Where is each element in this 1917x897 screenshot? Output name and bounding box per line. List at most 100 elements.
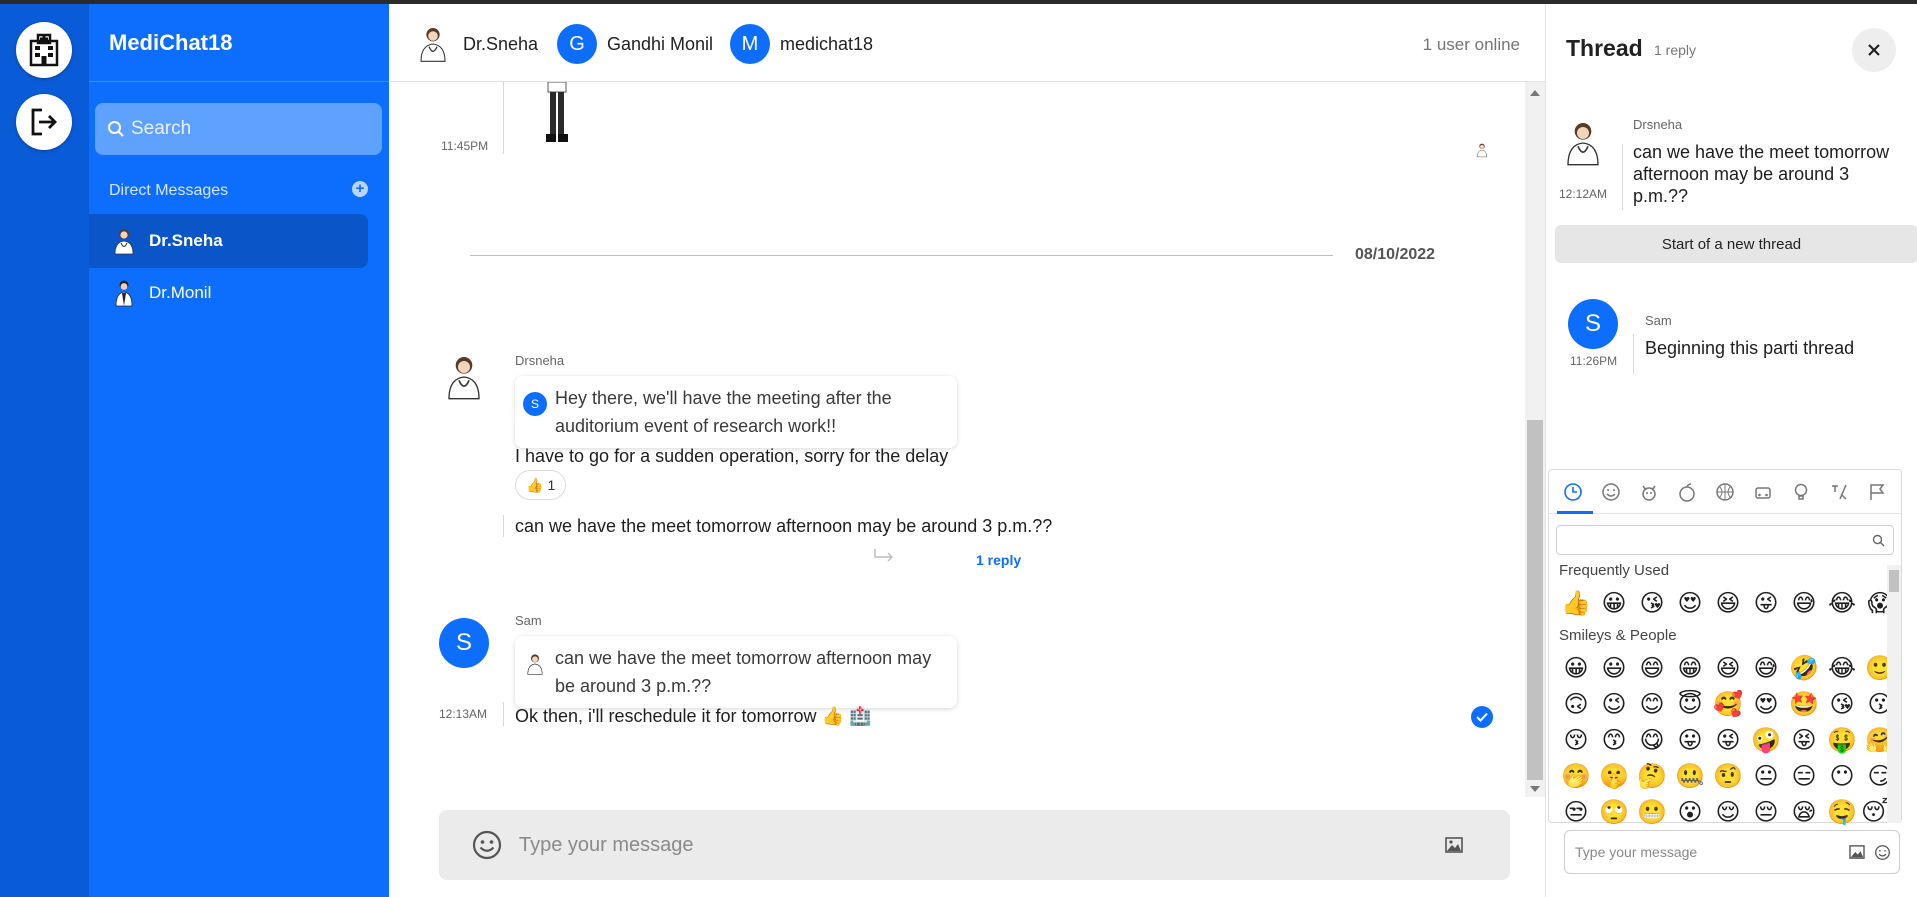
sender-avatar: S (439, 618, 489, 668)
emoji-option[interactable]: 🤭 (1557, 759, 1595, 795)
emoji-option[interactable]: 🙄 (1595, 795, 1633, 831)
thread-message-input[interactable] (1575, 844, 1835, 860)
flag-icon[interactable] (1867, 482, 1887, 502)
quoted-message[interactable]: can we have the meet tomorrow afternoon … (515, 636, 957, 708)
emoji-option[interactable]: 😐 (1747, 759, 1785, 795)
header-member-dr-sneha[interactable]: Dr.Sneha (413, 24, 538, 64)
emoji-option[interactable]: 😌 (1709, 795, 1747, 831)
emoji-option[interactable]: 😀 (1595, 586, 1633, 622)
thread-parent-time: 12:12AM (1559, 187, 1608, 201)
image-upload-icon[interactable] (1445, 837, 1463, 853)
emoji-scrollbar[interactable] (1887, 565, 1901, 823)
logout-icon (31, 108, 57, 136)
member-avatar: G (557, 24, 597, 64)
message-scrollbar-thumb[interactable] (1527, 420, 1543, 780)
emoji-option[interactable]: 😒 (1557, 795, 1595, 831)
app-brand: MediChat18 (109, 30, 233, 55)
sidebar-divider (89, 81, 389, 82)
thread-parent-text: can we have the meet tomorrow afternoon … (1633, 142, 1890, 206)
symbols-icon[interactable] (1829, 482, 1849, 502)
emoji-option[interactable]: 😆 (1709, 651, 1747, 687)
emoji-option[interactable]: 🤐 (1671, 759, 1709, 795)
clock-icon[interactable] (1563, 482, 1583, 502)
emoji-option[interactable]: 😘 (1633, 586, 1671, 622)
sidebar-item-dr-monil[interactable]: Dr.Monil (89, 266, 368, 320)
emoji-option[interactable]: 🤣 (1785, 651, 1823, 687)
frequent-emoji-grid: 👍 😀 😘 😍 😆 😜 😅 😂 😱 (1557, 586, 1899, 622)
image-upload-icon[interactable] (1849, 845, 1865, 859)
emoji-option[interactable]: 🤫 (1595, 759, 1633, 795)
emoji-option[interactable]: 😋 (1633, 723, 1671, 759)
message-input[interactable] (519, 833, 1419, 857)
emoji-option[interactable]: 🤤 (1823, 795, 1861, 831)
close-icon (1868, 44, 1880, 56)
animal-icon[interactable] (1639, 482, 1659, 502)
scroll-down-arrow-icon[interactable] (1530, 786, 1540, 792)
emoji-option[interactable]: 😀 (1557, 651, 1595, 687)
logout-button[interactable] (16, 94, 72, 150)
thread-reply-link[interactable]: 1 reply (976, 552, 1021, 568)
emoji-option[interactable]: 🙃 (1557, 687, 1595, 723)
emoji-section-title: Smileys & People (1559, 627, 1677, 644)
emoji-option[interactable]: 😪 (1785, 795, 1823, 831)
emoji-option[interactable]: 😍 (1671, 586, 1709, 622)
hospital-home-button[interactable] (16, 22, 72, 78)
emoji-option[interactable]: 😚 (1557, 723, 1595, 759)
sidebar-item-dr-sneha[interactable]: Dr.Sneha (89, 214, 368, 268)
emoji-option[interactable]: 😔 (1747, 795, 1785, 831)
reaction-chip[interactable]: 👍 1 (515, 470, 567, 500)
car-icon[interactable] (1753, 482, 1773, 502)
emoji-option[interactable]: 😜 (1709, 723, 1747, 759)
emoji-option[interactable]: 🤪 (1747, 723, 1785, 759)
emoji-option[interactable]: 🤑 (1823, 723, 1861, 759)
emoji-option[interactable]: 😍 (1747, 687, 1785, 723)
emoji-picker-button[interactable] (471, 829, 503, 861)
emoji-option[interactable]: 😊 (1633, 687, 1671, 723)
add-dm-button[interactable]: + (352, 181, 368, 197)
emoji-option[interactable]: 😶 (1823, 759, 1861, 795)
emoji-option[interactable]: 😝 (1785, 723, 1823, 759)
emoji-option[interactable]: 😂 (1823, 651, 1861, 687)
emoji-option[interactable]: 😆 (1709, 586, 1747, 622)
bulb-icon[interactable] (1791, 482, 1811, 502)
emoji-scrollbar-thumb[interactable] (1889, 570, 1899, 592)
emoji-option[interactable]: 😇 (1671, 687, 1709, 723)
smiley-icon[interactable] (1601, 482, 1621, 502)
chat-header: Dr.Sneha G Gandhi Monil M medichat18 1 u… (389, 4, 1545, 82)
header-member-gandhi-monil[interactable]: G Gandhi Monil (557, 24, 713, 64)
header-member-medichat18[interactable]: M medichat18 (730, 24, 873, 64)
thread-parent-sender: Drsneha (1633, 117, 1683, 132)
emoji-option[interactable]: 😁 (1671, 651, 1709, 687)
emoji-option[interactable]: 🥰 (1709, 687, 1747, 723)
emoji-option[interactable]: 😜 (1747, 586, 1785, 622)
emoji-option[interactable]: 😅 (1747, 651, 1785, 687)
emoji-option[interactable]: 😑 (1785, 759, 1823, 795)
reaction-emoji: 👍 (526, 476, 544, 493)
emoji-option[interactable]: 😂 (1823, 586, 1861, 622)
sidebar-search[interactable] (95, 103, 382, 155)
emoji-option[interactable]: 😘 (1823, 687, 1861, 723)
emoji-button-icon[interactable] (1874, 844, 1891, 861)
scroll-up-arrow-icon[interactable] (1530, 90, 1540, 96)
emoji-option[interactable]: 😉 (1595, 687, 1633, 723)
emoji-option[interactable]: 🤔 (1633, 759, 1671, 795)
emoji-option[interactable]: 😬 (1633, 795, 1671, 831)
search-input[interactable] (131, 118, 371, 140)
emoji-option[interactable]: 😛 (1671, 723, 1709, 759)
emoji-option[interactable]: 😮 (1671, 795, 1709, 831)
emoji-option[interactable]: 😄 (1633, 651, 1671, 687)
emoji-option[interactable]: 🤨 (1709, 759, 1747, 795)
close-thread-button[interactable] (1852, 28, 1896, 72)
emoji-search-input[interactable] (1556, 525, 1894, 555)
quoted-message[interactable]: S Hey there, we'll have the meeting afte… (515, 376, 957, 448)
doctor-avatar-icon (420, 28, 446, 62)
message-text: I have to go for a sudden operation, sor… (515, 446, 949, 466)
thread-composer (1564, 830, 1900, 874)
emoji-option[interactable]: 😃 (1595, 651, 1633, 687)
emoji-option[interactable]: 😙 (1595, 723, 1633, 759)
emoji-option[interactable]: 😅 (1785, 586, 1823, 622)
emoji-option[interactable]: 🤩 (1785, 687, 1823, 723)
emoji-option[interactable]: 👍 (1557, 586, 1595, 622)
food-icon[interactable] (1677, 482, 1697, 502)
ball-icon[interactable] (1715, 482, 1735, 502)
